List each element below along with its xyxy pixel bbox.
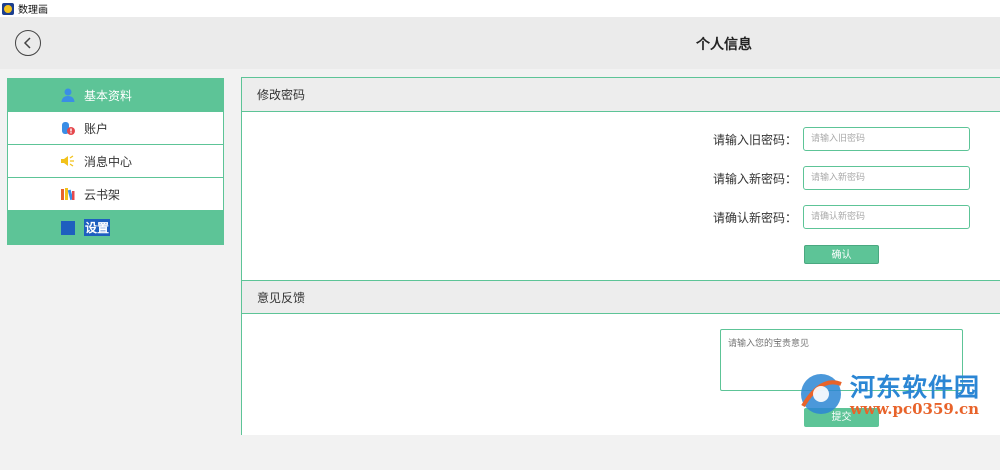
sidebar-item-basic-info[interactable]: 基本资料 (8, 79, 223, 112)
page-title: 个人信息 (696, 37, 752, 53)
old-password-row: 请输入旧密码： (242, 127, 1000, 151)
app-title: 数理画 (18, 5, 48, 16)
sidebar-item-bookshelf[interactable]: 云书架 (8, 178, 223, 211)
sidebar-item-account[interactable]: 账户 (8, 112, 223, 145)
window-titlebar: 数理画 (0, 0, 1000, 17)
coins-icon (60, 120, 76, 136)
change-password-header: 修改密码 (242, 78, 1000, 112)
sidebar-item-settings[interactable]: 设置 (8, 211, 223, 244)
old-password-label: 请输入旧密码： (712, 133, 797, 147)
sidebar-item-label: 设置 (84, 219, 111, 236)
confirm-button[interactable]: 确认 (804, 245, 879, 264)
confirm-password-input[interactable] (803, 205, 970, 229)
bookshelf-icon (60, 186, 76, 202)
sidebar-item-messages[interactable]: 消息中心 (8, 145, 223, 178)
app-logo-icon (2, 2, 14, 15)
user-icon (60, 87, 76, 103)
new-password-input[interactable] (803, 166, 970, 190)
sidebar-item-label: 消息中心 (84, 154, 133, 169)
speaker-icon (60, 153, 76, 169)
new-password-row: 请输入新密码： (242, 166, 1000, 190)
settings-square-icon (60, 220, 76, 236)
new-password-label: 请输入新密码： (712, 172, 797, 186)
watermark-url: www.pc0359.cn (850, 400, 980, 418)
watermark-name: 河东软件园 (850, 373, 981, 402)
feedback-header: 意见反馈 (242, 280, 1000, 314)
watermark-logo-icon (801, 374, 842, 414)
change-password-section: 请输入旧密码： 请输入新密码： 请确认新密码： 确认 (242, 112, 1000, 280)
sidebar-item-label: 基本资料 (84, 88, 133, 103)
page-header: 个人信息 (0, 17, 1000, 69)
confirm-password-label: 请确认新密码： (712, 211, 797, 225)
old-password-input[interactable] (803, 127, 970, 151)
sidebar-item-label: 云书架 (84, 187, 121, 202)
watermark: 河东软件园 www.pc0359.cn (795, 366, 1000, 432)
sidebar: 基本资料 账户 消息中心 云书架 设置 (7, 78, 224, 245)
confirm-password-row: 请确认新密码： (242, 205, 1000, 229)
sidebar-item-label: 账户 (84, 121, 109, 136)
